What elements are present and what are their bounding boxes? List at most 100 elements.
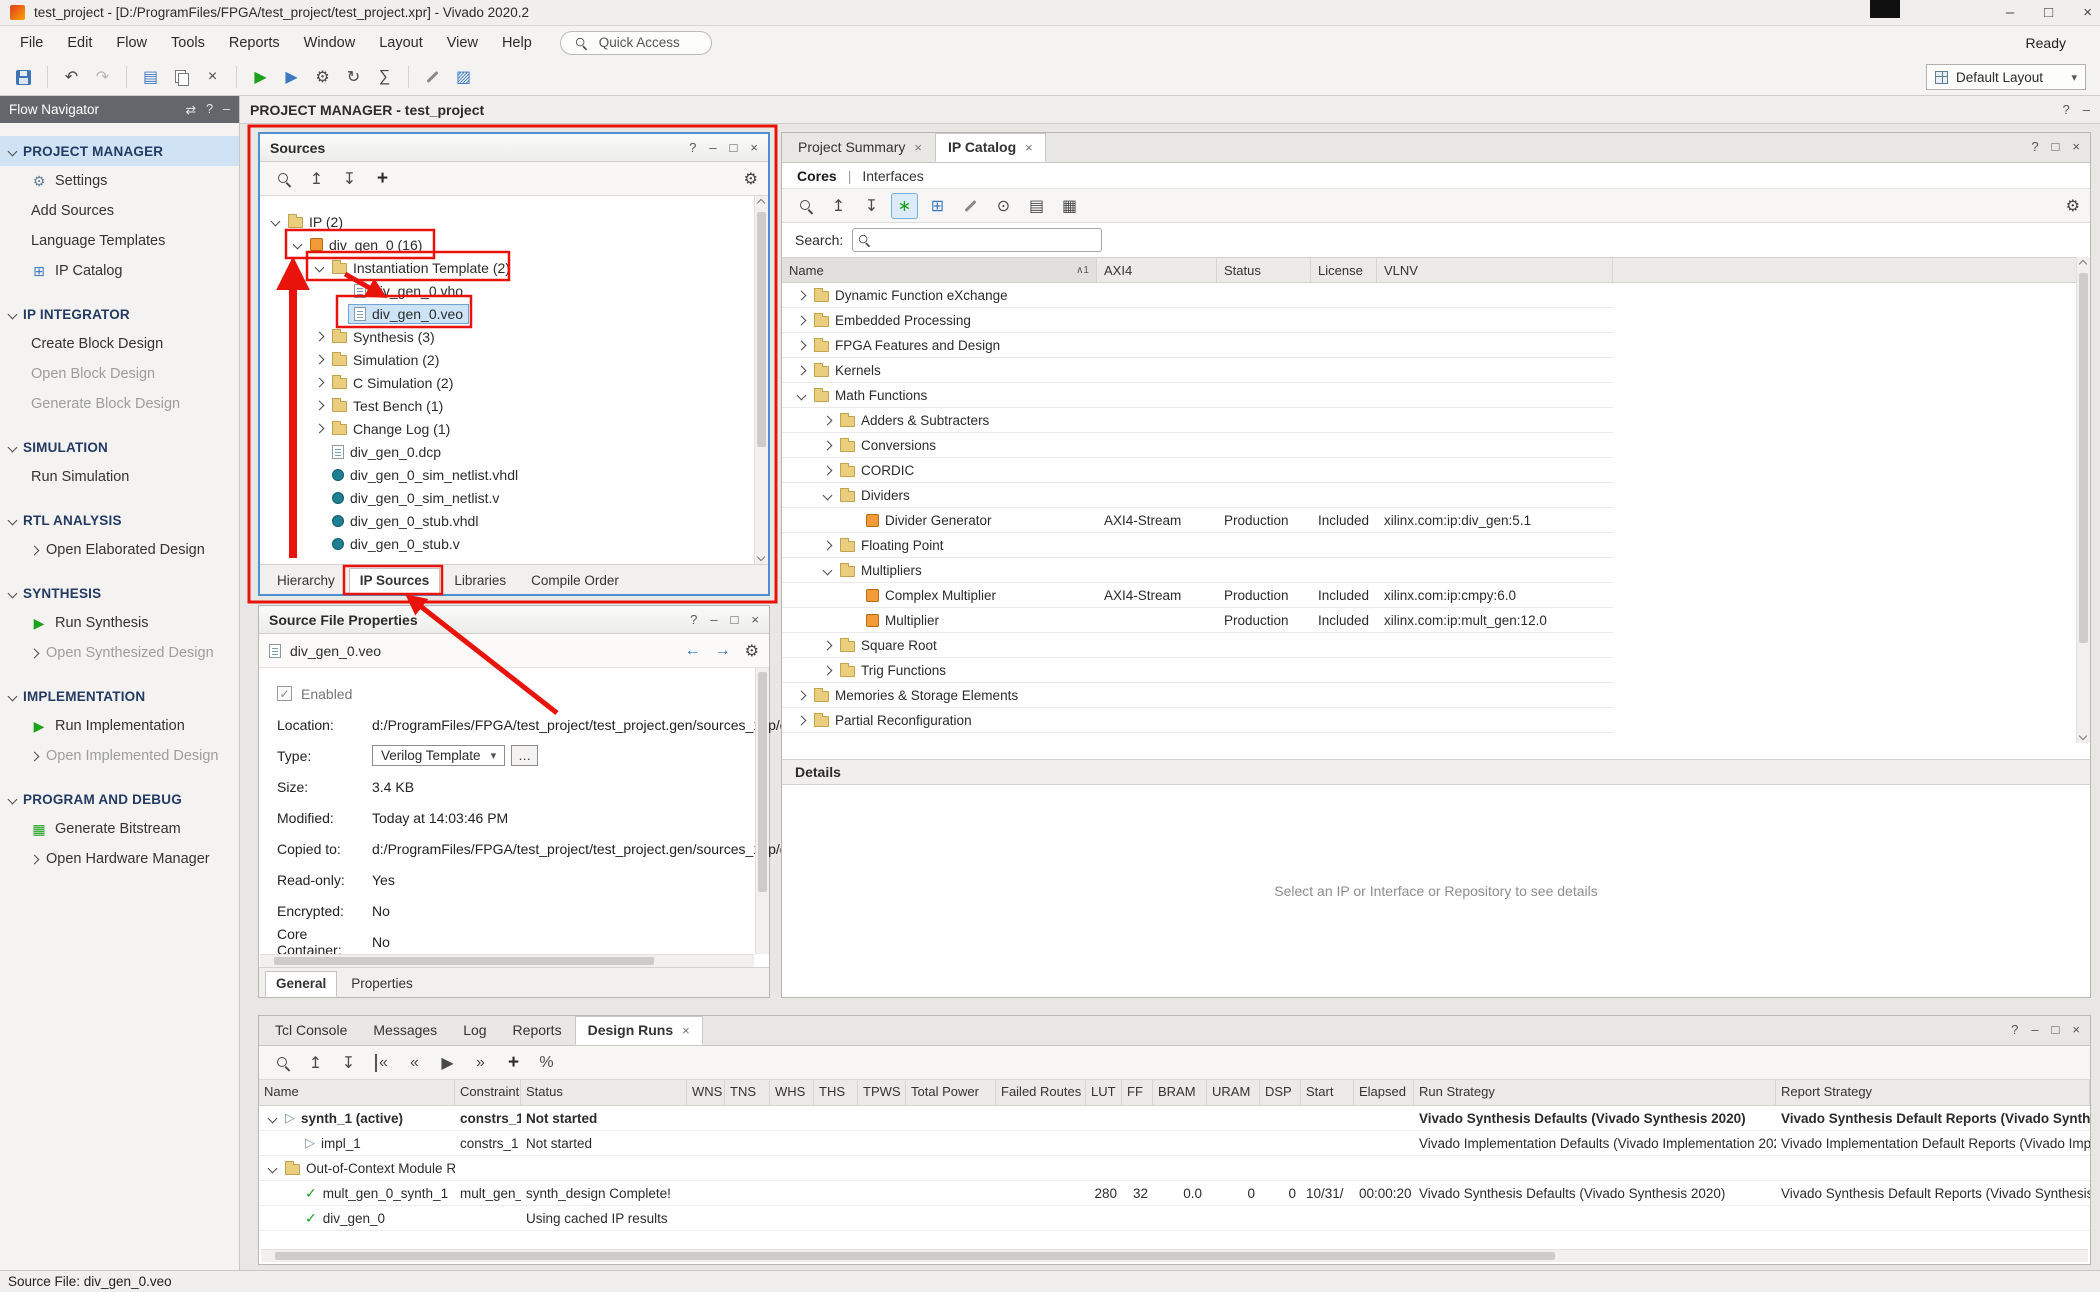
forward-icon[interactable]: → [715,642,731,660]
tree-item[interactable]: div_gen_0.veo [260,302,754,325]
flow-item-open-block-design[interactable]: Open Block Design [0,359,239,389]
menu-reports[interactable]: Reports [217,31,292,55]
flow-item-open-hardware-manager[interactable]: Open Hardware Manager [0,844,239,874]
sum-icon[interactable]: ∑ [371,64,398,90]
help-icon[interactable]: ? [689,140,696,155]
menu-file[interactable]: File [8,31,55,55]
menu-layout[interactable]: Layout [367,31,435,55]
tab-log[interactable]: Log [450,1016,499,1045]
tab-general[interactable]: General [265,971,337,997]
twisty-icon[interactable] [290,241,304,248]
tab-project-summary[interactable]: Project Summary× [785,133,935,162]
help-icon[interactable]: ? [2063,102,2070,117]
help-icon[interactable]: ? [206,102,213,117]
horizontal-scrollbar[interactable] [260,954,754,967]
column-header-dsp[interactable]: DSP [1260,1080,1301,1105]
column-header-elapsed[interactable]: Elapsed [1354,1080,1414,1105]
add-icon[interactable]: + [369,166,396,192]
flow-section-header-program-and-debug[interactable]: PROGRAM AND DEBUG [0,784,239,814]
flow-item-open-elaborated-design[interactable]: Open Elaborated Design [0,535,239,565]
twisty-icon[interactable] [820,642,834,649]
twisty-icon[interactable] [794,692,808,699]
column-header-wns[interactable]: WNS [687,1080,725,1105]
tree-item[interactable]: Simulation (2) [260,348,754,371]
run-row-impl-1[interactable]: ▷impl_1constrs_1Not startedVivado Implem… [259,1131,2090,1156]
column-header-constraints[interactable]: Constraints [455,1080,521,1105]
twisty-icon[interactable] [312,264,326,271]
flow-item-open-implemented-design[interactable]: Open Implemented Design [0,741,239,771]
catalog-row-math-functions[interactable]: Math Functions [782,383,1613,408]
flow-section-header-implementation[interactable]: IMPLEMENTATION [0,681,239,711]
catalog-search-input[interactable] [852,228,1102,252]
enabled-checkbox[interactable]: ✓ [277,686,292,701]
column-header-uram[interactable]: URAM [1207,1080,1260,1105]
column-header-failed-routes[interactable]: Failed Routes [996,1080,1086,1105]
catalog-row-embedded-processing[interactable]: Embedded Processing [782,308,1613,333]
details-icon[interactable]: ▦ [1056,193,1083,219]
column-header-name[interactable]: Name [259,1080,455,1105]
tab-ip-sources[interactable]: IP Sources [349,568,441,594]
close-tab-icon[interactable]: × [914,140,922,155]
quick-access-search[interactable]: Quick Access [560,31,712,55]
tab-tcl-console[interactable]: Tcl Console [262,1016,360,1045]
taxonomy-icon[interactable]: ∗ [891,193,918,219]
catalog-row-partial-reconfiguration[interactable]: Partial Reconfiguration [782,708,1613,733]
tab-interfaces[interactable]: Interfaces [862,168,923,184]
catalog-row-adders-subtracters[interactable]: Adders & Subtracters [782,408,1613,433]
step-icon[interactable]: ▶ [278,64,305,90]
properties-icon[interactable]: ⊙ [990,193,1017,219]
resume-icon[interactable]: ↻ [340,64,367,90]
help-icon[interactable]: ? [690,612,697,627]
settings-gear-icon[interactable]: ⚙ [745,641,759,661]
catalog-row-kernels[interactable]: Kernels [782,358,1613,383]
tree-item[interactable]: div_gen_0_sim_netlist.vhdl [260,463,754,486]
vertical-scrollbar[interactable] [754,196,768,564]
flow-item-settings[interactable]: ⚙Settings [0,166,239,196]
float-icon[interactable]: – [2031,1022,2038,1037]
maximize-icon[interactable]: □ [730,140,738,155]
add-run-icon[interactable]: + [500,1050,527,1076]
collapse-all-icon[interactable]: ↥ [825,193,852,219]
minimize-window-button[interactable]: – [2006,4,2014,21]
maximize-window-button[interactable]: □ [2044,4,2053,21]
column-header-tpws[interactable]: TPWS [858,1080,906,1105]
twisty-icon[interactable] [312,402,326,409]
column-header-whs[interactable]: WHS [770,1080,814,1105]
run-icon[interactable]: ▶ [247,64,274,90]
tree-item[interactable]: div_gen_0_sim_netlist.v [260,486,754,509]
close-icon[interactable]: × [2072,139,2080,154]
horizontal-scrollbar[interactable] [261,1249,2088,1262]
play-icon[interactable]: ▶ [434,1050,461,1076]
settings-gear-icon[interactable]: ⚙ [2066,196,2080,216]
collapse-all-icon[interactable]: ↥ [302,1050,329,1076]
twisty-icon[interactable] [312,379,326,386]
group-icon[interactable]: ⊞ [924,193,951,219]
scroll-down-icon[interactable] [757,553,765,561]
copy-icon[interactable] [168,64,195,90]
menu-window[interactable]: Window [292,31,368,55]
expand-all-icon[interactable]: ↧ [336,166,363,192]
twisty-icon[interactable] [820,417,834,424]
close-tab-icon[interactable]: × [1025,140,1033,155]
redo-icon[interactable]: ↷ [89,64,116,90]
tab-compile-order[interactable]: Compile Order [520,568,630,594]
column-header-start[interactable]: Start [1301,1080,1354,1105]
twisty-icon[interactable] [265,1165,279,1172]
delete-icon[interactable]: × [199,64,226,90]
column-header-status[interactable]: Status [521,1080,687,1105]
flow-item-create-block-design[interactable]: Create Block Design [0,329,239,359]
tab-messages[interactable]: Messages [360,1016,450,1045]
tab-design-runs[interactable]: Design Runs× [575,1016,703,1045]
expand-all-icon[interactable]: ↧ [335,1050,362,1076]
vertical-scrollbar[interactable] [2076,257,2090,743]
scrollbar-thumb[interactable] [275,1252,1555,1260]
column-header-total-power[interactable]: Total Power [906,1080,996,1105]
catalog-row-divider-generator[interactable]: Divider GeneratorAXI4-StreamProductionIn… [782,508,1613,533]
customize-icon[interactable] [957,193,984,219]
tab-ip-catalog[interactable]: IP Catalog× [935,133,1046,162]
float-icon[interactable]: – [710,612,717,627]
twisty-icon[interactable] [794,717,808,724]
tree-item[interactable]: Synthesis (3) [260,325,754,348]
undo-icon[interactable]: ↶ [58,64,85,90]
catalog-row-dividers[interactable]: Dividers [782,483,1613,508]
